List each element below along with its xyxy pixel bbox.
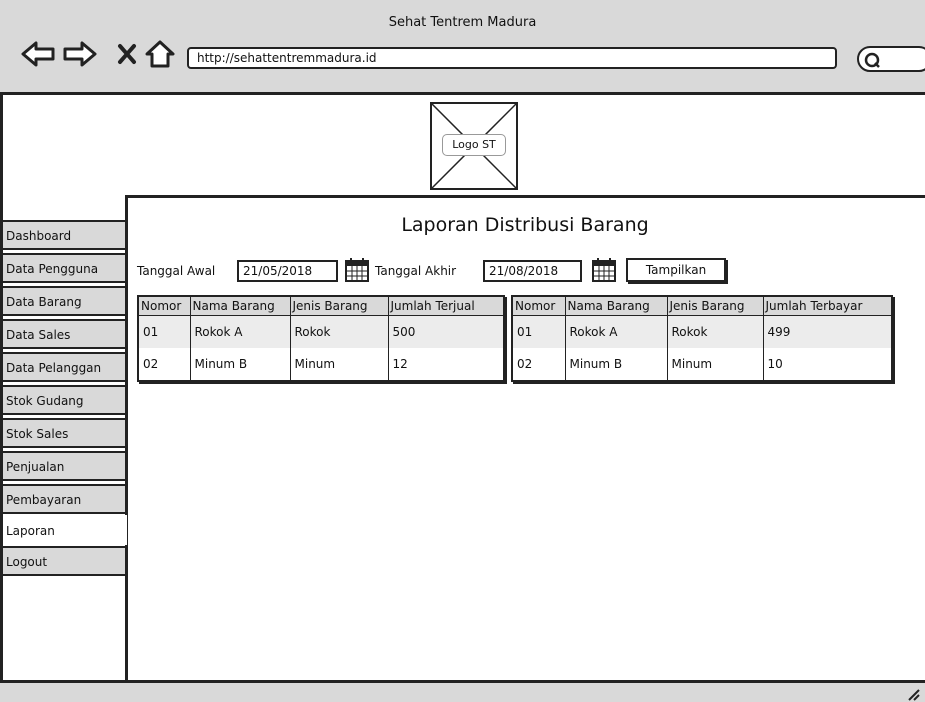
sidebar-item-data-pengguna[interactable]: Data Pengguna [3, 253, 127, 283]
table-cell: 10 [762, 348, 892, 381]
table-cell: Minum B [564, 348, 667, 381]
sold-table: Nomor Nama Barang Jenis Barang Jumlah Te… [137, 295, 505, 382]
forward-arrow-icon[interactable] [62, 40, 98, 68]
sidebar-item-laporan[interactable]: Laporan [3, 515, 127, 545]
table-cell: Minum [289, 348, 388, 381]
end-date-input[interactable]: 21/08/2018 [483, 260, 582, 282]
table-cell: 01 [511, 315, 565, 348]
table-cell: 500 [387, 315, 504, 348]
paid-table: Nomor Nama Barang Jenis Barang Jumlah Te… [511, 295, 893, 382]
column-header: Nama Barang [189, 295, 291, 316]
back-arrow-icon[interactable] [20, 40, 56, 68]
column-header: Nomor [137, 295, 191, 316]
search-icon [864, 52, 880, 68]
table-cell: Rokok [289, 315, 388, 348]
calendar-icon[interactable] [344, 257, 370, 283]
sidebar-item-penjualan[interactable]: Penjualan [3, 451, 127, 481]
sidebar-item-pembayaran[interactable]: Pembayaran [3, 484, 127, 514]
window-title: Sehat Tentrem Madura [388, 15, 537, 30]
table-cell: 02 [137, 348, 190, 381]
table-row[interactable]: 02 Minum B Minum 10 [511, 348, 892, 381]
table-row[interactable]: 02 Minum B Minum 12 [137, 348, 504, 381]
status-bar [0, 680, 925, 702]
table-cell: Rokok [666, 315, 763, 348]
column-header: Jumlah Terjual [387, 295, 505, 316]
address-bar[interactable]: http://sehattentremmadura.id [187, 47, 837, 69]
table-cell: Rokok A [564, 315, 667, 348]
resize-grip-icon[interactable] [903, 685, 921, 701]
sidebar-item-data-sales[interactable]: Data Sales [3, 319, 127, 349]
column-header: Jenis Barang [666, 295, 764, 316]
table-row[interactable]: 01 Rokok A Rokok 499 [511, 315, 892, 348]
sidebar-item-stok-sales[interactable]: Stok Sales [3, 418, 127, 448]
start-date-label: Tanggal Awal [137, 264, 216, 278]
column-header: Jumlah Terbayar [762, 295, 893, 316]
page-title: Laporan Distribusi Barang [401, 214, 649, 236]
sidebar-item-data-pelanggan[interactable]: Data Pelanggan [3, 352, 127, 382]
sidebar-item-dashboard[interactable]: Dashboard [3, 220, 127, 250]
table-cell: 499 [762, 315, 892, 348]
table-header-row: Nomor Nama Barang Jenis Barang Jumlah Te… [511, 295, 893, 316]
sidebar-item-stok-gudang[interactable]: Stok Gudang [3, 385, 127, 415]
column-header: Jenis Barang [289, 295, 389, 316]
table-cell: 02 [511, 348, 565, 381]
table-cell: 12 [387, 348, 504, 381]
table-cell: Minum [666, 348, 763, 381]
table-cell: Minum B [189, 348, 290, 381]
sidebar-item-data-barang[interactable]: Data Barang [3, 286, 127, 316]
home-icon[interactable] [144, 39, 176, 69]
column-header: Nama Barang [564, 295, 668, 316]
table-row[interactable]: 01 Rokok A Rokok 500 [137, 315, 504, 348]
tampilkan-button[interactable]: Tampilkan [626, 258, 726, 282]
start-date-input[interactable]: 21/05/2018 [237, 260, 338, 282]
table-cell: Rokok A [189, 315, 290, 348]
logo-label: Logo ST [442, 134, 506, 156]
column-header: Nomor [511, 295, 566, 316]
sidebar-item-logout[interactable]: Logout [3, 546, 127, 576]
browser-search[interactable] [857, 46, 925, 72]
table-cell: 01 [137, 315, 190, 348]
end-date-label: Tanggal Akhir [375, 264, 457, 278]
calendar-icon[interactable] [591, 257, 617, 283]
close-icon[interactable] [116, 42, 138, 66]
table-header-row: Nomor Nama Barang Jenis Barang Jumlah Te… [137, 295, 505, 316]
